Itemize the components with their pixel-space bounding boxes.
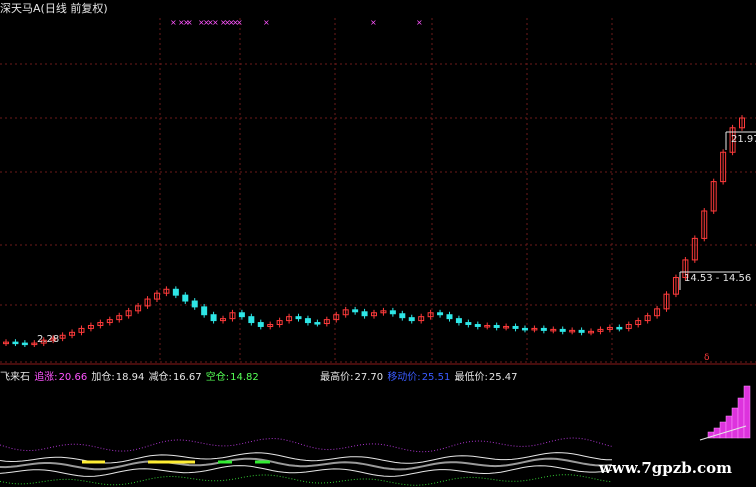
candle-body bbox=[512, 325, 519, 329]
candle-body bbox=[361, 311, 368, 317]
indicator-field-label: 减仓: bbox=[148, 372, 172, 383]
candle-body bbox=[389, 310, 396, 315]
candle-body bbox=[616, 326, 623, 330]
candle-body bbox=[314, 322, 321, 325]
marker-range-2: 21.97 - bbox=[731, 134, 756, 145]
candle-body bbox=[191, 300, 198, 308]
indicator-stat-value: 27.70 bbox=[354, 372, 387, 383]
candle-body bbox=[521, 327, 528, 331]
indicator-line-white-2 bbox=[0, 465, 613, 477]
stock-name: 深天马A bbox=[0, 2, 41, 15]
candle-body bbox=[540, 327, 547, 331]
signal-mark: × bbox=[370, 18, 377, 27]
candle-body bbox=[455, 318, 462, 324]
candle-body bbox=[493, 324, 500, 328]
indicator-legend: 飞来石 追涨:20.66 加仓:18.94 减仓:16.67 空仓:14.82 … bbox=[0, 368, 520, 383]
chart-title: 深天马A(日线 前复权) bbox=[0, 0, 108, 16]
candle-body bbox=[172, 288, 179, 296]
indicator-bar bbox=[725, 415, 733, 439]
indicator-bar bbox=[719, 421, 727, 439]
indicator-name: 飞来石 bbox=[0, 372, 30, 383]
indicator-field-label: 加仓: bbox=[91, 372, 115, 383]
candlestick-series bbox=[3, 115, 756, 348]
signal-mark: × bbox=[186, 18, 193, 27]
candle-body bbox=[238, 312, 245, 318]
stock-chart[interactable]: × ××× ×××× ××××× × × × bbox=[0, 0, 756, 487]
signal-marker: δ bbox=[704, 353, 710, 363]
watermark: www.7gpzb.com bbox=[598, 459, 732, 477]
indicator-stat-value: 25.51 bbox=[421, 372, 454, 383]
signal-mark: × bbox=[416, 18, 423, 27]
candle-body bbox=[21, 342, 28, 346]
candle-body bbox=[304, 318, 311, 324]
candle-body bbox=[408, 317, 415, 322]
indicator-stat-label: 移动价: bbox=[387, 372, 421, 383]
candle-body bbox=[12, 341, 19, 345]
indicator-stat-label: 最低价: bbox=[454, 372, 488, 383]
candle-body bbox=[578, 329, 585, 333]
indicator-bar bbox=[731, 407, 739, 439]
candle-body bbox=[559, 328, 566, 332]
signal-mark: × bbox=[212, 18, 219, 27]
indicator-upper-band bbox=[0, 437, 613, 453]
indicator-bar bbox=[737, 397, 745, 439]
top-signal-marks: × ××× ×××× ××××× × × × bbox=[170, 18, 423, 27]
indicator-bar bbox=[743, 385, 751, 439]
indicator-field-label: 追涨: bbox=[34, 372, 58, 383]
signal-mark: × bbox=[263, 18, 270, 27]
indicator-stats: 最高价:27.70 移动价:25.51 最低价:25.47 bbox=[320, 372, 518, 383]
indicator-stat-value: 25.47 bbox=[488, 372, 518, 383]
indicator-field-value: 16.67 bbox=[172, 372, 205, 383]
chart-grid bbox=[0, 18, 756, 365]
candle-body bbox=[465, 322, 472, 326]
indicator-fields: 追涨:20.66 加仓:18.94 减仓:16.67 空仓:14.82 bbox=[34, 372, 263, 383]
candle-body bbox=[257, 322, 264, 327]
candle-body bbox=[295, 316, 302, 320]
indicator-field-value: 20.66 bbox=[58, 372, 91, 383]
indicator-field-value: 18.94 bbox=[115, 372, 148, 383]
candle-body bbox=[182, 294, 189, 302]
indicator-bar bbox=[713, 427, 721, 439]
candle-body bbox=[474, 324, 481, 327]
marker-range-1: 14.53 - 14.56 bbox=[684, 273, 752, 284]
candle-body bbox=[446, 314, 453, 320]
signal-mark: × bbox=[170, 18, 177, 27]
candle-body bbox=[437, 312, 444, 316]
indicator-stat-label: 最高价: bbox=[320, 372, 354, 383]
candle-body bbox=[210, 314, 217, 322]
indicator-field-label: 空仓: bbox=[205, 372, 230, 383]
candle-body bbox=[201, 306, 208, 316]
candle-body bbox=[248, 316, 255, 324]
signal-mark: × bbox=[236, 18, 243, 27]
period-label: (日线 前复权) bbox=[40, 2, 108, 15]
candle-body bbox=[399, 313, 406, 319]
price-low-label: 2.28 bbox=[37, 334, 60, 345]
candle-body bbox=[352, 309, 359, 313]
indicator-field-value: 14.82 bbox=[230, 372, 262, 383]
